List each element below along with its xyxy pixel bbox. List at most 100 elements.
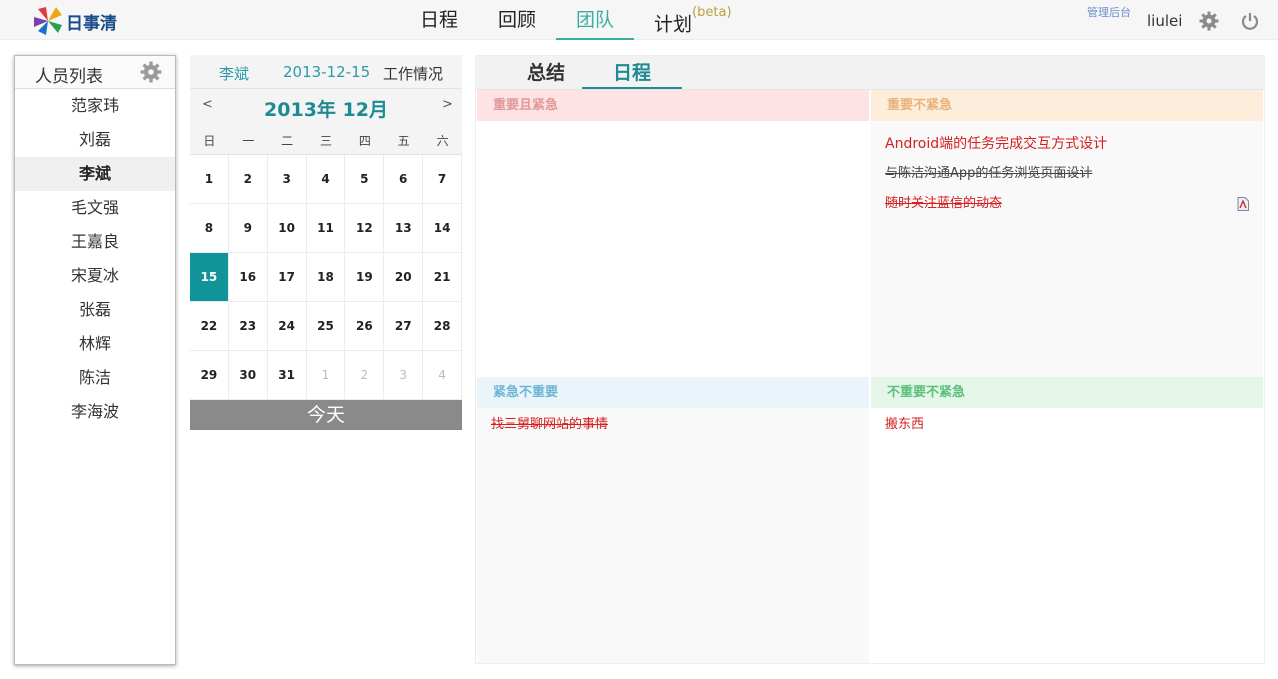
calendar-day-next-month[interactable]: 4 bbox=[423, 351, 462, 400]
nav-schedule[interactable]: 日程 bbox=[400, 0, 478, 40]
nav-team-label: 团队 bbox=[576, 9, 615, 31]
next-month-button[interactable]: > bbox=[442, 97, 453, 112]
calendar-month-bar: < 2013年 12月 > bbox=[190, 89, 462, 127]
calendar-day[interactable]: 1 bbox=[190, 155, 229, 204]
person-item[interactable]: 王嘉良 bbox=[15, 225, 175, 259]
calendar-day-next-month[interactable]: 3 bbox=[384, 351, 424, 400]
nav-schedule-label: 日程 bbox=[420, 9, 459, 31]
quadrant-title: 紧急不重要 bbox=[477, 377, 869, 408]
calendar-day[interactable]: 20 bbox=[384, 253, 424, 302]
calendar-day[interactable]: 17 bbox=[267, 253, 307, 302]
schedule-panel: 总结 日程 重要且紧急 重要不紧急 Android端的任务完成交互方式设计 与陈… bbox=[475, 55, 1265, 664]
weekday-label: 三 bbox=[319, 134, 332, 148]
calendar-day[interactable]: 8 bbox=[190, 204, 229, 253]
people-list-header: 人员列表 bbox=[15, 56, 175, 89]
calendar-day-next-month[interactable]: 1 bbox=[306, 351, 346, 400]
nav-plan[interactable]: 计划(beta) bbox=[634, 0, 751, 40]
quadrant-urgent-not-important: 紧急不重要 找三舅聊网站的事情 bbox=[477, 377, 869, 663]
calendar-day[interactable]: 22 bbox=[190, 302, 229, 351]
quadrant-task-list: 找三舅聊网站的事情 bbox=[477, 408, 869, 442]
quadrant-task-list: 搬东西 bbox=[871, 408, 1263, 442]
person-item[interactable]: 陈洁 bbox=[15, 361, 175, 395]
calendar-day[interactable]: 26 bbox=[345, 302, 385, 351]
task-item[interactable]: 搬东西 bbox=[885, 416, 1249, 434]
nav-team[interactable]: 团队 bbox=[556, 0, 635, 40]
calendar-day[interactable]: 3 bbox=[267, 155, 307, 204]
people-settings-gear-icon[interactable] bbox=[140, 61, 162, 83]
person-item-selected[interactable]: 李斌 bbox=[15, 157, 175, 191]
calendar-day[interactable]: 24 bbox=[267, 302, 307, 351]
calendar-day[interactable]: 5 bbox=[345, 155, 385, 204]
calendar-day[interactable]: 31 bbox=[267, 351, 307, 400]
calendar-header: 李斌 2013-12-15 工作情况 bbox=[190, 55, 462, 89]
person-item[interactable]: 范家玮 bbox=[15, 89, 175, 123]
person-item[interactable]: 刘磊 bbox=[15, 123, 175, 157]
quadrant-important-urgent: 重要且紧急 bbox=[477, 90, 869, 377]
weekday-label: 四 bbox=[358, 134, 371, 148]
calendar-day[interactable]: 2 bbox=[228, 155, 268, 204]
person-item[interactable]: 宋夏冰 bbox=[15, 259, 175, 293]
logo-icon bbox=[34, 7, 62, 35]
task-item-completed[interactable]: 找三舅聊网站的事情 bbox=[491, 416, 855, 434]
calendar-day[interactable]: 25 bbox=[306, 302, 346, 351]
power-icon[interactable] bbox=[1240, 11, 1260, 31]
beta-badge: (beta) bbox=[692, 5, 732, 20]
tab-schedule[interactable]: 日程 bbox=[582, 59, 682, 89]
task-item-text: 随时关注蓝信的动态 bbox=[885, 196, 1003, 211]
calendar-day[interactable]: 16 bbox=[228, 253, 268, 302]
nav-review[interactable]: 回顾 bbox=[478, 0, 556, 40]
person-item[interactable]: 毛文强 bbox=[15, 191, 175, 225]
calendar-day[interactable]: 30 bbox=[228, 351, 268, 400]
calendar-day[interactable]: 29 bbox=[190, 351, 229, 400]
calendar-work-label: 工作情况 bbox=[383, 65, 444, 83]
calendar-day[interactable]: 23 bbox=[228, 302, 268, 351]
calendar-day[interactable]: 13 bbox=[384, 204, 424, 253]
weekday-label: 日 bbox=[203, 134, 216, 148]
panel-tabs: 总结 日程 bbox=[476, 56, 1264, 90]
app-logo[interactable]: 日事清 bbox=[32, 4, 132, 38]
weekday-header: 日 一 二 三 四 五 六 bbox=[190, 127, 462, 155]
calendar-day[interactable]: 4 bbox=[306, 155, 346, 204]
quadrant-task-list: Android端的任务完成交互方式设计 与陈洁沟通App的任务浏览页面设计 随时… bbox=[871, 121, 1263, 227]
people-list-title: 人员列表 bbox=[35, 67, 103, 87]
quadrant-title: 重要且紧急 bbox=[477, 90, 869, 121]
settings-gear-icon[interactable] bbox=[1199, 11, 1219, 31]
calendar-day[interactable]: 27 bbox=[384, 302, 424, 351]
calendar-day[interactable]: 14 bbox=[423, 204, 462, 253]
person-item[interactable]: 李海波 bbox=[15, 395, 175, 429]
nav-plan-label: 计划 bbox=[654, 13, 693, 36]
calendar-day[interactable]: 6 bbox=[384, 155, 424, 204]
top-bar: 日事清 日程 回顾 团队 计划(beta) 管理后台 liulei bbox=[0, 0, 1278, 40]
calendar-day[interactable]: 21 bbox=[423, 253, 462, 302]
quadrant-task-list bbox=[477, 121, 869, 137]
calendar-day-next-month[interactable]: 2 bbox=[345, 351, 385, 400]
calendar-current-date: 2013-12-15 bbox=[283, 63, 371, 81]
calendar-person-name[interactable]: 李斌 bbox=[219, 63, 249, 84]
today-button[interactable]: 今天 bbox=[190, 400, 462, 430]
calendar-panel: 李斌 2013-12-15 工作情况 < 2013年 12月 > 日 一 二 三… bbox=[190, 55, 462, 430]
calendar-day[interactable]: 7 bbox=[423, 155, 462, 204]
calendar-day[interactable]: 12 bbox=[345, 204, 385, 253]
calendar-day-grid: 1 2 3 4 5 6 7 8 9 10 11 12 13 14 15 16 1… bbox=[190, 155, 462, 400]
username[interactable]: liulei bbox=[1147, 12, 1182, 30]
task-item[interactable]: Android端的任务完成交互方式设计 bbox=[885, 129, 1249, 159]
person-item[interactable]: 张磊 bbox=[15, 293, 175, 327]
calendar-day[interactable]: 10 bbox=[267, 204, 307, 253]
person-item[interactable]: 林辉 bbox=[15, 327, 175, 361]
weekday-label: 六 bbox=[436, 134, 449, 148]
tab-summary[interactable]: 总结 bbox=[506, 59, 586, 89]
calendar-day-selected[interactable]: 15 bbox=[190, 253, 229, 302]
calendar-day[interactable]: 28 bbox=[423, 302, 462, 351]
calendar-day[interactable]: 18 bbox=[306, 253, 346, 302]
task-item-completed[interactable]: 与陈洁沟通App的任务浏览页面设计 bbox=[885, 159, 1249, 189]
weekday-label: 一 bbox=[242, 134, 255, 148]
attachment-pdf-icon[interactable] bbox=[1237, 197, 1249, 211]
calendar-day[interactable]: 11 bbox=[306, 204, 346, 253]
calendar-day[interactable]: 9 bbox=[228, 204, 268, 253]
admin-link[interactable]: 管理后台 bbox=[1087, 4, 1131, 20]
task-item-completed[interactable]: 随时关注蓝信的动态 bbox=[885, 189, 1249, 219]
quadrant-title: 不重要不紧急 bbox=[871, 377, 1263, 408]
calendar-day[interactable]: 19 bbox=[345, 253, 385, 302]
main-nav: 日程 回顾 团队 计划(beta) bbox=[400, 0, 752, 40]
weekday-label: 五 bbox=[397, 134, 410, 148]
